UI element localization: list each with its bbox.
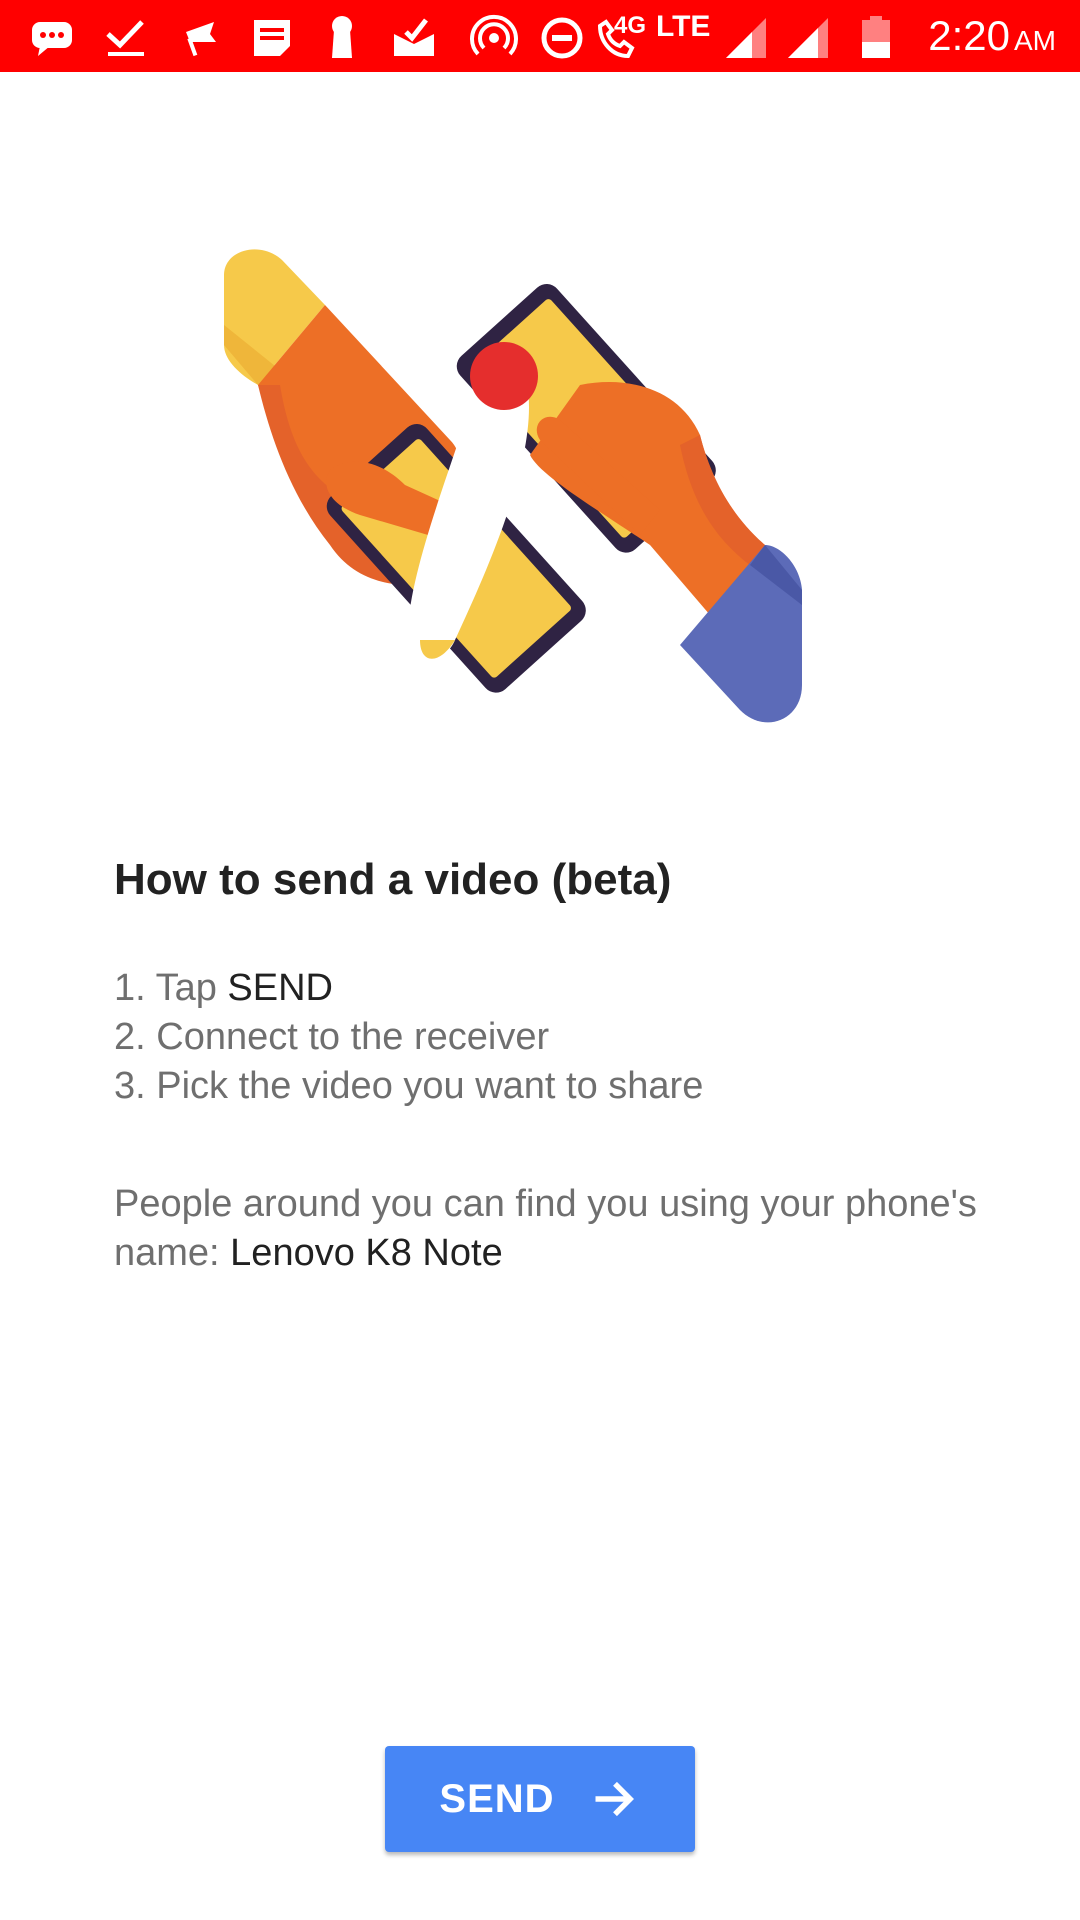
step-text: 1. Tap [114,967,228,1009]
notes-icon [248,12,296,60]
page-title: How to send a video (beta) [114,855,672,904]
status-bar: 4G LTE 2:20 AM [0,0,1080,72]
send-button-label: SEND [439,1776,555,1821]
signal-icon [784,12,832,60]
step-emphasis: SEND [227,967,333,1009]
message-icon [28,12,76,60]
send-button[interactable]: SEND [385,1746,695,1852]
arrow-right-icon [589,1773,641,1825]
keyhole-icon [318,12,366,60]
phone-name: Lenovo K8 Note [230,1232,503,1274]
clock-ampm: AM [1014,25,1056,56]
status-clock: 2:20 AM [928,10,1056,67]
mail-check-icon [390,12,438,60]
battery-low-icon [852,12,900,60]
device-name-info: People around you can find you using you… [114,1180,994,1278]
do-not-disturb-icon [538,12,586,60]
checkmark-icon [102,12,150,60]
flag-icon [176,12,224,60]
network-lte-label: LTE [656,10,711,43]
hotspot-icon [470,12,518,60]
steps-list: 1. Tap SEND 2. Connect to the receiver 3… [114,964,703,1111]
step-item: 1. Tap SEND [114,964,703,1013]
step-item: 2. Connect to the receiver [114,1016,550,1058]
step-item: 3. Pick the video you want to share [114,1065,704,1107]
two-hands-phones-share-illustration [210,245,870,735]
clock-time: 2:20 [928,12,1010,59]
signal-icon [722,12,770,60]
network-4g-label: 4G [614,12,647,39]
